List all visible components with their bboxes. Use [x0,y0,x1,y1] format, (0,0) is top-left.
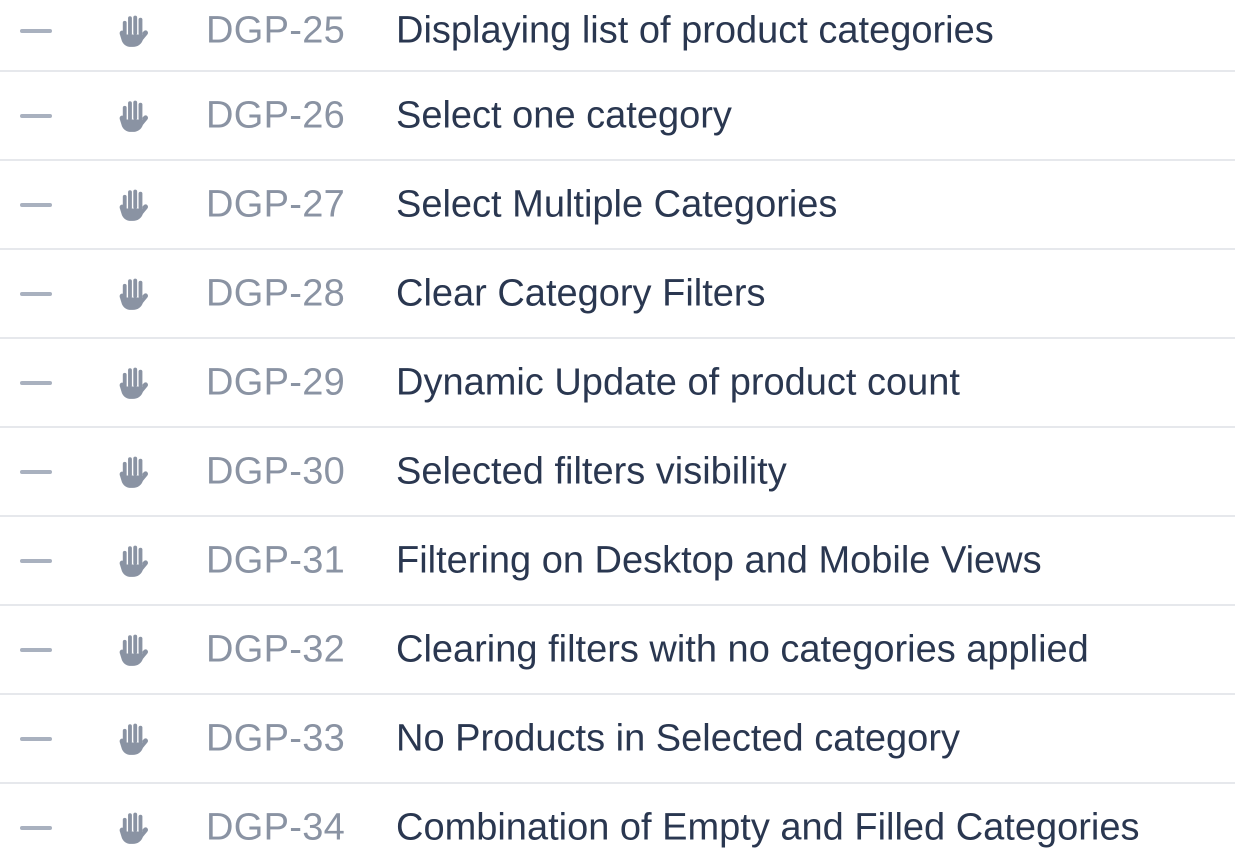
hand-icon [112,361,156,405]
priority-minus-icon [20,469,52,474]
priority-minus-icon [20,380,52,385]
issue-key[interactable]: DGP-29 [206,361,345,404]
issue-key[interactable]: DGP-31 [206,539,345,582]
issue-key[interactable]: DGP-28 [206,272,345,315]
issue-key[interactable]: DGP-25 [206,9,345,52]
issue-summary[interactable]: Selected filters visibility [396,450,787,493]
priority-minus-icon [20,113,52,118]
issue-summary[interactable]: Filtering on Desktop and Mobile Views [396,539,1042,582]
hand-icon [112,717,156,761]
issue-summary[interactable]: Clear Category Filters [396,272,766,315]
issue-row-dgp-25[interactable]: DGP-25 Displaying list of product catego… [0,0,1235,72]
issue-row-dgp-26[interactable]: DGP-26 Select one category [0,72,1235,161]
issue-summary[interactable]: Clearing filters with no categories appl… [396,628,1089,671]
issue-summary[interactable]: Dynamic Update of product count [396,361,960,404]
hand-icon [112,9,156,53]
issue-row-dgp-28[interactable]: DGP-28 Clear Category Filters [0,250,1235,339]
issue-summary[interactable]: Select one category [396,94,732,137]
issue-key[interactable]: DGP-26 [206,94,345,137]
issue-list: DGP-25 Displaying list of product catego… [0,0,1235,852]
issue-key[interactable]: DGP-33 [206,717,345,760]
issue-key[interactable]: DGP-30 [206,450,345,493]
hand-icon [112,183,156,227]
issue-row-dgp-32[interactable]: DGP-32 Clearing filters with no categori… [0,606,1235,695]
priority-minus-icon [20,647,52,652]
issue-row-dgp-34[interactable]: DGP-34 Combination of Empty and Filled C… [0,784,1235,852]
issue-row-dgp-33[interactable]: DGP-33 No Products in Selected category [0,695,1235,784]
hand-icon [112,450,156,494]
issue-row-dgp-31[interactable]: DGP-31 Filtering on Desktop and Mobile V… [0,517,1235,606]
hand-icon [112,272,156,316]
issue-summary[interactable]: Select Multiple Categories [396,183,837,226]
issue-key[interactable]: DGP-27 [206,183,345,226]
issue-summary[interactable]: Combination of Empty and Filled Categori… [396,806,1140,849]
issue-summary[interactable]: Displaying list of product categories [396,9,994,52]
issue-row-dgp-29[interactable]: DGP-29 Dynamic Update of product count [0,339,1235,428]
priority-minus-icon [20,736,52,741]
issue-row-dgp-30[interactable]: DGP-30 Selected filters visibility [0,428,1235,517]
issue-key[interactable]: DGP-34 [206,806,345,849]
priority-minus-icon [20,202,52,207]
priority-minus-icon [20,291,52,296]
issue-summary[interactable]: No Products in Selected category [396,717,960,760]
hand-icon [112,94,156,138]
issue-key[interactable]: DGP-32 [206,628,345,671]
issue-row-dgp-27[interactable]: DGP-27 Select Multiple Categories [0,161,1235,250]
priority-minus-icon [20,558,52,563]
priority-minus-icon [20,28,52,33]
priority-minus-icon [20,825,52,830]
hand-icon [112,539,156,583]
hand-icon [112,628,156,672]
hand-icon [112,806,156,850]
